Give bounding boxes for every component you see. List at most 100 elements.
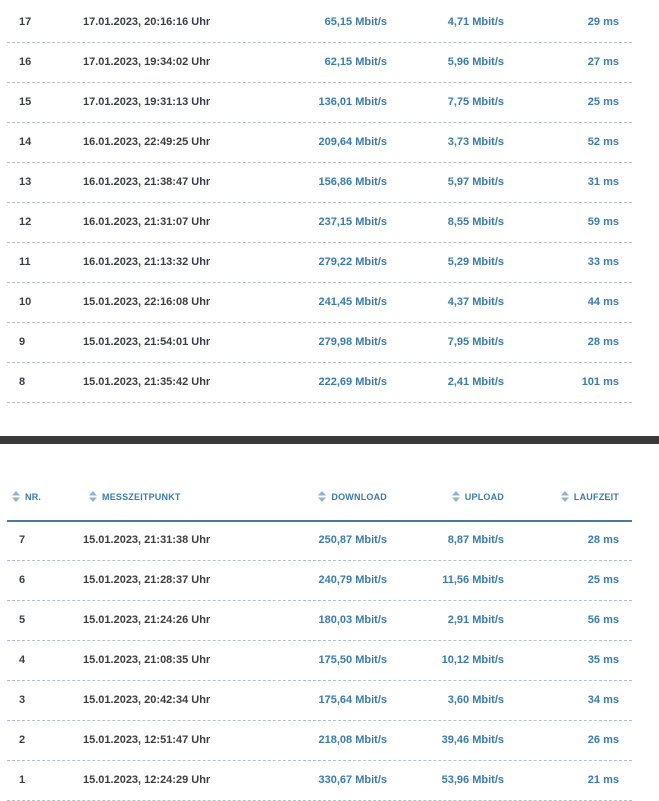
column-header-label: LAUFZEIT (573, 491, 619, 502)
cell-download: 209,64 Mbit/s (318, 136, 387, 148)
table-row: 11 16.01.2023, 21:13:32 Uhr 279,22 Mbit/s 5… (7, 242, 632, 283)
cell-latency: 101 ms (581, 376, 619, 388)
cell-nr: 13 (19, 176, 32, 188)
table-row: 12 16.01.2023, 21:31:07 Uhr 237,15 Mbit/s 8… (7, 202, 632, 243)
cell-latency: 33 ms (587, 256, 619, 268)
column-header-nr[interactable]: NR. (12, 491, 41, 502)
cell-nr: 11 (19, 256, 31, 268)
sort-icon (451, 491, 460, 502)
cell-upload: 2,91 Mbit/s (447, 614, 504, 626)
cell-upload: 39,46 Mbit/s (441, 734, 504, 746)
cell-latency: 56 ms (587, 614, 619, 626)
cell-latency: 34 ms (587, 694, 619, 706)
cell-latency: 35 ms (587, 654, 619, 666)
cell-download: 218,08 Mbit/s (318, 734, 387, 746)
cell-timestamp: 15.01.2023, 22:16:08 Uhr (83, 296, 211, 308)
table-row: 13 16.01.2023, 21:38:47 Uhr 156,86 Mbit/s 5… (7, 162, 632, 203)
cell-latency: 28 ms (587, 534, 619, 546)
cell-upload: 7,95 Mbit/s (447, 336, 504, 348)
cell-download: 175,64 Mbit/s (318, 694, 387, 706)
cell-timestamp: 16.01.2023, 21:38:47 Uhr (83, 176, 211, 188)
sort-icon (89, 491, 97, 502)
table-row: 3 15.01.2023, 20:42:34 Uhr 175,64 Mbit/s 3,… (7, 680, 632, 721)
cell-upload: 11,56 Mbit/s (442, 574, 504, 586)
cell-upload: 4,37 Mbit/s (447, 296, 504, 308)
cell-timestamp: 16.01.2023, 22:49:25 Uhr (83, 136, 211, 148)
cell-nr: 5 (19, 614, 26, 626)
section-divider (0, 436, 659, 444)
cell-nr: 16 (19, 56, 32, 68)
column-header-label: MESSZEITPUNKT (102, 491, 181, 502)
column-header-upload[interactable]: UPLOAD (451, 491, 504, 502)
cell-nr: 9 (19, 336, 26, 348)
cell-latency: 52 ms (587, 136, 619, 148)
column-header-ping[interactable]: LAUFZEIT (560, 491, 619, 502)
sort-icon (12, 491, 20, 502)
column-header-label: NR. (25, 491, 42, 502)
cell-latency: 25 ms (587, 96, 619, 108)
table-header: NR. MESSZEITPUNKT DOWNLOAD UPLOAD LAUFZE… (7, 478, 632, 522)
cell-upload: 8,55 Mbit/s (447, 216, 504, 228)
column-header-download[interactable]: DOWNLOAD (318, 491, 387, 502)
cell-download: 222,69 Mbit/s (318, 376, 387, 388)
cell-download: 250,87 Mbit/s (318, 534, 387, 546)
table-row: 14 16.01.2023, 22:49:25 Uhr 209,64 Mbit/s 3… (7, 122, 632, 163)
cell-download: 279,98 Mbit/s (318, 336, 387, 348)
cell-upload: 10,12 Mbit/s (441, 654, 504, 666)
cell-timestamp: 17.01.2023, 19:31:13 Uhr (83, 96, 211, 108)
cell-nr: 4 (19, 654, 26, 666)
cell-download: 279,22 Mbit/s (318, 256, 387, 268)
table-row: 17 17.01.2023, 20:16:16 Uhr 65,15 Mbit/s 4,… (7, 2, 632, 43)
table-row: 9 15.01.2023, 21:54:01 Uhr 279,98 Mbit/s 7,… (7, 322, 632, 363)
cell-download: 241,45 Mbit/s (318, 296, 387, 308)
cell-timestamp: 16.01.2023, 21:31:07 Uhr (83, 216, 211, 228)
cell-nr: 1 (19, 774, 26, 786)
cell-nr: 8 (19, 376, 26, 388)
cell-latency: 28 ms (587, 336, 619, 348)
cell-latency: 29 ms (587, 16, 619, 28)
cell-download: 180,03 Mbit/s (318, 614, 387, 626)
column-header-label: UPLOAD (464, 491, 504, 502)
cell-upload: 53,96 Mbit/s (441, 774, 504, 786)
cell-timestamp: 15.01.2023, 21:54:01 Uhr (83, 336, 211, 348)
cell-upload: 5,97 Mbit/s (447, 176, 504, 188)
table-row: 8 15.01.2023, 21:35:42 Uhr 222,69 Mbit/s 2,… (7, 362, 632, 403)
table-row: 7 15.01.2023, 21:31:38 Uhr 250,87 Mbit/s 8,… (7, 520, 632, 561)
cell-latency: 44 ms (587, 296, 619, 308)
cell-download: 330,67 Mbit/s (318, 774, 387, 786)
table-row: 5 15.01.2023, 21:24:26 Uhr 180,03 Mbit/s 2,… (7, 600, 632, 641)
cell-latency: 21 ms (587, 774, 619, 786)
cell-timestamp: 15.01.2023, 12:51:47 Uhr (83, 734, 211, 746)
cell-timestamp: 15.01.2023, 12:24:29 Uhr (83, 774, 211, 786)
cell-timestamp: 15.01.2023, 21:31:38 Uhr (83, 534, 211, 546)
results-table-top: 17 17.01.2023, 20:16:16 Uhr 65,15 Mbit/s 4,… (7, 0, 632, 403)
cell-timestamp: 15.01.2023, 20:42:34 Uhr (83, 694, 211, 706)
cell-timestamp: 17.01.2023, 20:16:16 Uhr (83, 16, 211, 28)
cell-nr: 2 (19, 734, 26, 746)
cell-latency: 59 ms (587, 216, 619, 228)
cell-timestamp: 17.01.2023, 19:34:02 Uhr (83, 56, 211, 68)
cell-nr: 15 (19, 96, 32, 108)
cell-latency: 26 ms (587, 734, 619, 746)
cell-upload: 3,60 Mbit/s (447, 694, 504, 706)
cell-timestamp: 15.01.2023, 21:35:42 Uhr (83, 376, 211, 388)
cell-upload: 2,41 Mbit/s (447, 376, 504, 388)
table-row: 4 15.01.2023, 21:08:35 Uhr 175,50 Mbit/s 10… (7, 640, 632, 681)
cell-nr: 17 (19, 16, 32, 28)
cell-latency: 27 ms (587, 56, 619, 68)
cell-timestamp: 16.01.2023, 21:13:32 Uhr (83, 256, 211, 268)
results-table-bottom: 7 15.01.2023, 21:31:38 Uhr 250,87 Mbit/s 8,… (7, 520, 632, 801)
sort-icon (318, 491, 327, 502)
cell-download: 62,15 Mbit/s (324, 56, 387, 68)
table-row: 2 15.01.2023, 12:51:47 Uhr 218,08 Mbit/s 39… (7, 720, 632, 761)
cell-download: 175,50 Mbit/s (318, 654, 387, 666)
cell-nr: 7 (19, 534, 26, 546)
column-header-time[interactable]: MESSZEITPUNKT (89, 491, 181, 502)
cell-download: 156,86 Mbit/s (318, 176, 387, 188)
cell-upload: 5,96 Mbit/s (447, 56, 504, 68)
cell-nr: 3 (19, 694, 26, 706)
cell-timestamp: 15.01.2023, 21:28:37 Uhr (83, 574, 211, 586)
cell-upload: 4,71 Mbit/s (447, 16, 504, 28)
cell-latency: 25 ms (587, 574, 619, 586)
cell-download: 237,15 Mbit/s (318, 216, 387, 228)
